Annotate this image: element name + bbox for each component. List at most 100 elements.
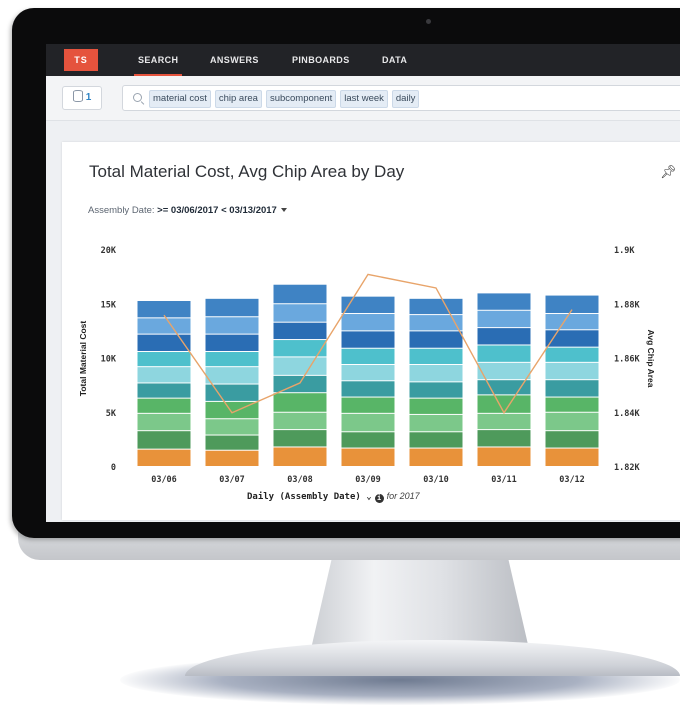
bar-segment (273, 430, 327, 447)
bar-segment (137, 431, 191, 449)
bar-segment (477, 447, 531, 466)
bar-segment (341, 331, 395, 348)
bar-segment (205, 334, 259, 351)
chart-canvas: 0 5K 10K 15K 20K 1.82K 1.84K 1.86K 1.88K 1.9K Tota… (78, 246, 656, 485)
bar-segment (477, 362, 531, 380)
x-axis-label[interactable]: Daily (Assembly Date) ⌄ i for 2017 (247, 491, 420, 503)
search-token[interactable]: daily (391, 90, 420, 108)
bar-segment (137, 413, 191, 431)
bar-segment (341, 448, 395, 466)
x-axis-suffix: for 2017 (386, 491, 420, 501)
bar-segment (273, 412, 327, 430)
bar-segment (205, 435, 259, 450)
bar-segment (205, 317, 259, 334)
x-tick-label: 03/10 (423, 475, 449, 485)
y2-tick-label: 1.88K (614, 300, 640, 310)
y2-axis-title: Avg Chip Area (646, 330, 656, 388)
bar-segment (273, 304, 327, 322)
x-tick-label: 03/11 (491, 475, 517, 485)
search-token[interactable]: chip area (214, 90, 262, 108)
bar-segment (409, 382, 463, 398)
bar-segment (205, 351, 259, 367)
nav-item-data[interactable]: DATA (382, 44, 407, 76)
nav-item-answers[interactable]: ANSWERS (210, 44, 259, 76)
bar-segment (341, 432, 395, 448)
search-token[interactable]: last week (340, 90, 388, 108)
bar-segment (137, 318, 191, 334)
bar-segment (545, 412, 599, 431)
nav-item-pinboards[interactable]: PINBOARDS (292, 44, 350, 76)
bar-segment (409, 398, 463, 414)
bar-segment (205, 367, 259, 384)
bar-segment (273, 357, 327, 375)
bar-segment (137, 383, 191, 398)
bar-segment (477, 413, 531, 430)
bar-segment (545, 347, 599, 362)
y-tick-label: 10K (101, 355, 117, 365)
answer-card: Total Material Cost, Avg Chip Area by Da… (62, 142, 680, 520)
bar-segment (409, 331, 463, 348)
top-nav: TS SEARCH ANSWERS PINBOARDS DATA (46, 44, 680, 76)
y-tick-label: 15K (101, 300, 117, 310)
search-icon (133, 93, 142, 102)
bar-segment (545, 380, 599, 397)
bar-segment (545, 431, 599, 448)
search-token[interactable]: subcomponent (265, 90, 337, 108)
y-tick-label: 0 (111, 463, 116, 473)
x-tick-label: 03/07 (219, 475, 245, 485)
bar-segment (477, 328, 531, 345)
info-icon[interactable]: i (374, 494, 384, 503)
bar-segment (273, 284, 327, 304)
search-tokens: material cost chip area subcomponent las… (149, 90, 420, 108)
search-bar: 1 material cost chip area subcomponent l… (46, 76, 680, 121)
bar-segment (137, 367, 191, 383)
bar-segment (273, 447, 327, 466)
bar-segment (341, 381, 395, 397)
bar-segment (273, 393, 327, 412)
bar-segment (205, 298, 259, 317)
bar-segment (137, 300, 191, 318)
bar-segment (341, 397, 395, 413)
bar-segment (341, 413, 395, 432)
bar-segment (273, 375, 327, 393)
bar-segment (205, 450, 259, 466)
bar-segment (409, 298, 463, 315)
monitor-stand-base (185, 640, 680, 676)
bar-segment (477, 310, 531, 328)
bar-segment (477, 430, 531, 447)
data-source-button[interactable]: 1 (62, 86, 102, 110)
bar-segment (409, 414, 463, 432)
bar-segment (477, 380, 531, 395)
x-tick-label: 03/06 (151, 475, 177, 485)
bar-segment (341, 365, 395, 381)
bar-segment (137, 449, 191, 466)
bar-segment (545, 397, 599, 412)
camera-icon (426, 19, 431, 24)
search-token[interactable]: material cost (149, 90, 211, 108)
database-icon (72, 90, 83, 102)
bar-segment (409, 448, 463, 466)
app-screen: TS SEARCH ANSWERS PINBOARDS DATA 1 mater… (46, 44, 680, 522)
bar-segment (341, 314, 395, 331)
x-axis-title: Daily (Assembly Date) (247, 492, 361, 502)
bar-segment (477, 345, 531, 362)
bar-segment (137, 398, 191, 413)
x-tick-label: 03/08 (287, 475, 313, 485)
bar-segment (409, 432, 463, 448)
bar-segment (273, 322, 327, 340)
bar-segment (477, 293, 531, 310)
bar-segment (477, 395, 531, 413)
bar-segment (409, 365, 463, 382)
x-tick-label: 03/09 (355, 475, 381, 485)
y2-tick-label: 1.9K (614, 246, 635, 256)
x-tick-label: 03/12 (559, 475, 585, 485)
nav-item-search[interactable]: SEARCH (133, 44, 183, 76)
bar-segment (545, 448, 599, 466)
app-logo[interactable]: TS (64, 49, 98, 71)
y-tick-label: 5K (106, 409, 117, 419)
bar-segment (137, 351, 191, 367)
y-axis-title: Total Material Cost (78, 321, 88, 397)
bar-segment (205, 419, 259, 435)
search-input[interactable]: material cost chip area subcomponent las… (122, 85, 680, 111)
bar-segment (409, 348, 463, 365)
